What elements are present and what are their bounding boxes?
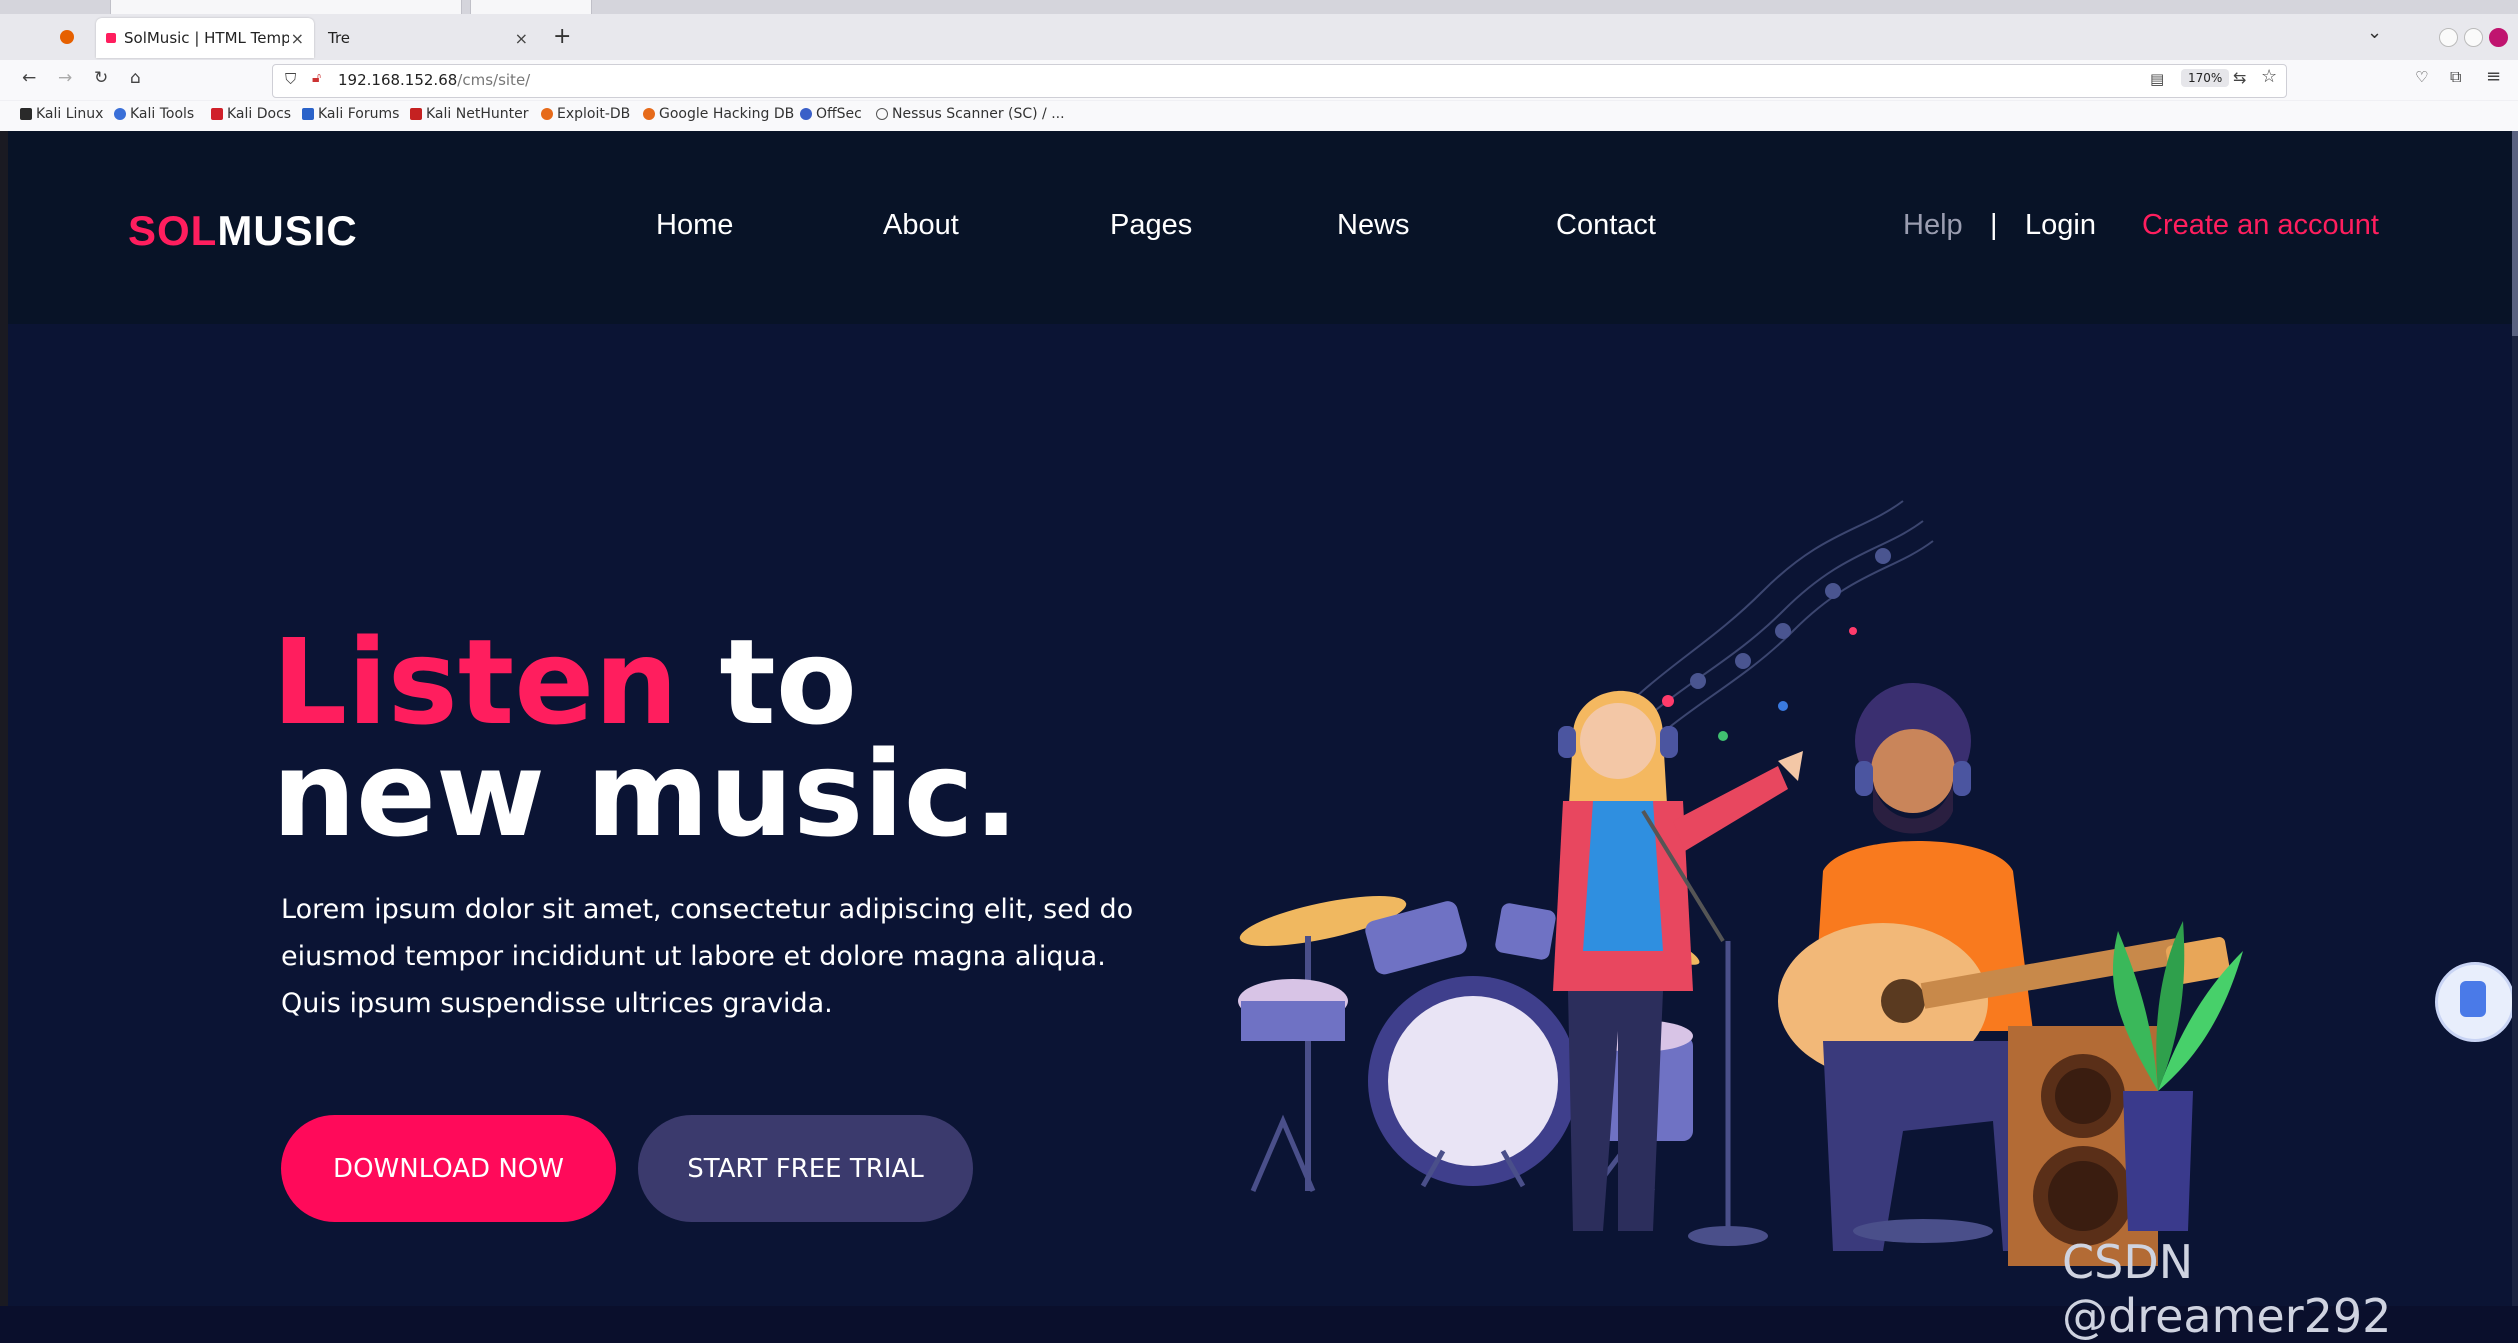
bookmark-kali-docs[interactable]: Kali Docs <box>211 106 291 122</box>
desktop-left-edge <box>0 131 8 1306</box>
new-tab-icon[interactable]: + <box>553 24 571 49</box>
forward-icon[interactable]: → <box>58 68 72 88</box>
bookmark-label: Kali Forums <box>318 106 400 122</box>
bookmark-label: Nessus Scanner (SC) / ... <box>892 106 1065 122</box>
tab-second[interactable]: Tre × <box>316 18 538 58</box>
start-free-trial-button[interactable]: START FREE TRIAL <box>638 1115 973 1222</box>
bookmark-label: Kali NetHunter <box>426 106 529 122</box>
insecure-lock-icon[interactable]: 🔓︎ <box>312 70 321 86</box>
kali-docs-icon <box>211 108 223 120</box>
back-icon[interactable]: ← <box>22 68 36 88</box>
firefox-icon[interactable] <box>60 30 74 44</box>
bookmark-label: Exploit-DB <box>557 106 631 122</box>
web-page: SOLMUSIC Home About Pages News Contact H… <box>8 131 2512 1306</box>
dot-blue <box>1778 701 1788 711</box>
zoom-level-badge[interactable]: 170% <box>2181 69 2230 87</box>
window-top-strip <box>0 0 2518 14</box>
url-host: 192.168.152.68 <box>338 71 458 89</box>
nethunter-icon <box>410 108 422 120</box>
usb-drive-icon <box>2460 981 2486 1017</box>
csdn-watermark: CSDN @dreamer292 <box>2062 1235 2392 1343</box>
hero-title: Listen to new music. <box>272 623 1019 853</box>
url-bar[interactable] <box>272 64 2287 98</box>
download-now-button[interactable]: DOWNLOAD NOW <box>281 1115 616 1222</box>
kali-tools-icon <box>114 108 126 120</box>
logo-rest: MUSIC <box>217 207 358 254</box>
bookmark-kali-nethunter[interactable]: Kali NetHunter <box>410 106 528 122</box>
maximize-icon[interactable] <box>2464 28 2483 47</box>
tab-close-icon[interactable]: × <box>291 29 304 48</box>
shield-icon[interactable]: ⛉ <box>285 70 296 88</box>
nav-create-account[interactable]: Create an account <box>2142 209 2379 242</box>
dot-pink <box>1662 695 1674 707</box>
reload-icon[interactable]: ↻ <box>94 68 108 88</box>
ghdb-icon <box>643 108 655 120</box>
dot-pink-2 <box>1849 627 1857 635</box>
bookmark-kali-forums[interactable]: Kali Forums <box>302 106 399 122</box>
bookmark-google-hacking-db[interactable]: Google Hacking DB <box>643 106 794 122</box>
nav-contact[interactable]: Contact <box>1556 209 1656 242</box>
url-path: /cms/site/ <box>457 71 531 89</box>
pocket-icon[interactable]: ♡ <box>2415 68 2428 86</box>
nav-pages[interactable]: Pages <box>1110 209 1192 242</box>
kali-forums-icon <box>302 108 314 120</box>
extensions-icon[interactable]: ⧉ <box>2450 67 2461 87</box>
nav-home[interactable]: Home <box>656 209 733 242</box>
list-tabs-chevron-icon[interactable]: ⌄ <box>2367 22 2382 43</box>
bookmark-kali-linux[interactable]: Kali Linux <box>20 106 103 122</box>
tab-title: SolMusic | HTML Templat <box>124 29 289 47</box>
reader-view-icon[interactable]: ▤ <box>2150 70 2164 88</box>
kali-dragon-icon <box>20 108 32 120</box>
nav-login[interactable]: Login <box>2025 209 2096 242</box>
bookmark-label: Kali Docs <box>227 106 292 122</box>
hero-illustration <box>1238 500 2243 1266</box>
tab-close-icon-2[interactable]: × <box>515 29 528 48</box>
bookmark-offsec[interactable]: OffSec <box>800 106 862 122</box>
bookmark-exploit-db[interactable]: Exploit-DB <box>541 106 630 122</box>
bookmark-kali-tools[interactable]: Kali Tools <box>114 106 194 122</box>
exploit-db-icon <box>541 108 553 120</box>
nav-about[interactable]: About <box>883 209 959 242</box>
home-icon[interactable]: ⌂ <box>130 68 141 88</box>
url-text[interactable]: 192.168.152.68/cms/site/ <box>338 71 530 89</box>
minimize-icon[interactable] <box>2439 28 2458 47</box>
nav-help[interactable]: Help <box>1903 209 1963 242</box>
logo-accent: SOL <box>128 207 218 254</box>
translate-icon[interactable]: ⇆ <box>2233 68 2246 87</box>
globe-icon <box>876 108 888 120</box>
offsec-icon <box>800 108 812 120</box>
bookmark-label: Kali Tools <box>130 106 195 122</box>
music-notes <box>1690 548 1891 689</box>
close-window-icon[interactable] <box>2489 28 2508 47</box>
floating-widget-button[interactable] <box>2435 962 2512 1042</box>
tab-solmusic[interactable]: SolMusic | HTML Templat × <box>96 18 314 58</box>
bookmark-label: OffSec <box>816 106 862 122</box>
hero-paragraph: Lorem ipsum dolor sit amet, consectetur … <box>281 894 1134 1019</box>
browser-chrome: SolMusic | HTML Templat × Tre × + ⌄ ← → … <box>0 0 2518 132</box>
bookmark-label: Kali Linux <box>36 106 104 122</box>
singer-figure <box>1553 690 1803 1246</box>
tab-title-2: Tre <box>328 29 351 47</box>
hero-title-line-2: new music. <box>272 725 1019 863</box>
site-header: SOLMUSIC Home About Pages News Contact H… <box>8 131 2512 324</box>
menu-icon[interactable]: ≡ <box>2486 66 2501 87</box>
bookmark-star-icon[interactable]: ☆ <box>2261 66 2277 87</box>
site-logo[interactable]: SOLMUSIC <box>128 207 358 255</box>
bookmark-nessus[interactable]: Nessus Scanner (SC) / ... <box>876 106 1065 122</box>
scrollbar-thumb[interactable] <box>2512 131 2518 336</box>
background-window-tab-2 <box>470 0 592 14</box>
background-window-tab <box>110 0 462 14</box>
bookmark-label: Google Hacking DB <box>659 106 795 122</box>
dot-green <box>1718 731 1728 741</box>
tab-favicon-icon <box>106 33 116 43</box>
nav-separator: | <box>1990 209 1998 241</box>
nav-news[interactable]: News <box>1337 209 1410 242</box>
